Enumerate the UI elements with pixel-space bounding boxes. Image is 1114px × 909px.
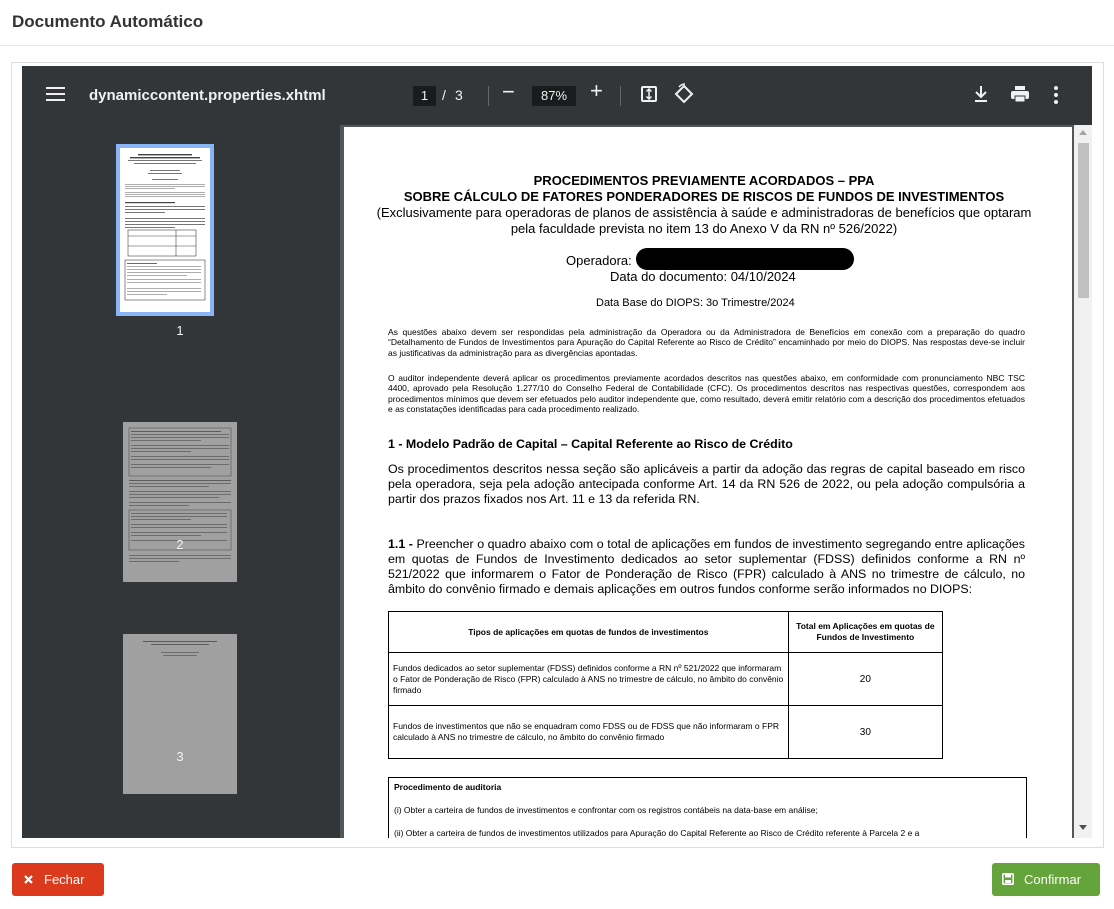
download-icon[interactable] bbox=[972, 84, 990, 104]
table-header-type: Tipos de aplicações em quotas de fundos … bbox=[388, 611, 789, 653]
zoom-out-icon[interactable]: − bbox=[502, 79, 515, 105]
procedure-item-ii: (ii) Obter a carteira de fundos de inves… bbox=[394, 828, 920, 838]
section-1-title: 1 - Modelo Padrão de Capital – Capital R… bbox=[388, 437, 793, 451]
data-base: Data Base do DIOPS: 3o Trimestre/2024 bbox=[596, 297, 795, 309]
investment-table: Tipos de aplicações em quotas de fundos … bbox=[388, 611, 944, 759]
thumbnail-page-2[interactable] bbox=[123, 422, 237, 582]
item-1-1-text: Preencher o quadro abaixo com o total de… bbox=[388, 537, 1025, 596]
table-cell-value: 20 bbox=[787, 652, 944, 706]
close-icon bbox=[24, 875, 33, 884]
table-row: Fundos dedicados ao setor suplementar (F… bbox=[388, 652, 944, 706]
scroll-down-arrow[interactable] bbox=[1079, 825, 1087, 830]
table-cell-desc: Fundos de investimentos que não se enqua… bbox=[388, 705, 789, 759]
thumbnail-sidebar: 1 2 3 bbox=[22, 125, 340, 838]
operadora-label: Operadora: bbox=[566, 253, 632, 268]
item-1-1: 1.1 - Preencher o quadro abaixo com o to… bbox=[388, 537, 1025, 597]
document-scrollbar[interactable] bbox=[1074, 125, 1092, 838]
pdf-toolbar: dynamiccontent.properties.xhtml 1 / 3 − … bbox=[22, 66, 1092, 125]
table-cell-desc: Fundos dedicados ao setor suplementar (F… bbox=[388, 652, 789, 706]
procedure-title: Procedimento de auditoria bbox=[394, 782, 502, 792]
scroll-up-arrow[interactable] bbox=[1079, 130, 1087, 135]
print-icon[interactable] bbox=[1010, 85, 1030, 103]
doc-subtitle: (Exclusivamente para operadoras de plano… bbox=[376, 205, 1032, 236]
menu-icon[interactable] bbox=[46, 87, 65, 101]
file-name: dynamiccontent.properties.xhtml bbox=[89, 87, 326, 104]
toolbar-divider bbox=[488, 86, 489, 106]
page-total: 3 bbox=[455, 87, 463, 103]
rotate-icon[interactable] bbox=[673, 83, 695, 105]
table-row: Fundos de investimentos que não se enqua… bbox=[388, 705, 944, 759]
page-title: Documento Automático bbox=[12, 12, 204, 31]
confirm-button[interactable]: Confirmar bbox=[992, 863, 1100, 896]
intro-paragraph: As questões abaixo devem ser respondidas… bbox=[388, 327, 1025, 358]
section-1-text: Os procedimentos descritos nessa seção s… bbox=[388, 462, 1025, 506]
scroll-thumb[interactable] bbox=[1078, 143, 1089, 298]
thumbnail-page-1[interactable] bbox=[116, 144, 214, 316]
thumbnail-label: 2 bbox=[176, 537, 184, 552]
confirm-button-label: Confirmar bbox=[1024, 872, 1082, 887]
thumbnail-label: 3 bbox=[176, 749, 184, 764]
save-icon bbox=[1002, 873, 1014, 885]
table-header-total: Total em Aplicações em quotas de Fundos … bbox=[787, 611, 944, 653]
thumbnail-page-3[interactable] bbox=[123, 634, 237, 794]
zoom-in-icon[interactable]: + bbox=[590, 78, 603, 104]
toolbar-divider bbox=[620, 86, 621, 106]
thumbnail-1-preview bbox=[124, 154, 206, 301]
data-documento: Data do documento: 04/10/2024 bbox=[610, 269, 796, 284]
title-divider bbox=[0, 45, 1114, 46]
close-button[interactable]: Fechar bbox=[12, 863, 104, 896]
pdf-viewer: dynamiccontent.properties.xhtml 1 / 3 − … bbox=[22, 66, 1092, 838]
document-page: PROCEDIMENTOS PREVIAMENTE ACORDADOS – PP… bbox=[344, 127, 1072, 838]
document-area: PROCEDIMENTOS PREVIAMENTE ACORDADOS – PP… bbox=[340, 125, 1092, 838]
audit-procedure-box: Procedimento de auditoria (i) Obter a ca… bbox=[388, 777, 1027, 838]
item-1-1-number: 1.1 - bbox=[388, 537, 413, 551]
thumbnail-3-preview bbox=[143, 641, 217, 656]
auditor-paragraph: O auditor independente deverá aplicar os… bbox=[388, 373, 1025, 415]
doc-title-line1: PROCEDIMENTOS PREVIAMENTE ACORDADOS – PP… bbox=[533, 173, 875, 188]
more-options-icon[interactable] bbox=[1054, 86, 1058, 104]
zoom-input[interactable]: 87% bbox=[532, 86, 576, 106]
page-number-input[interactable]: 1 bbox=[413, 86, 436, 106]
close-button-label: Fechar bbox=[44, 872, 85, 887]
table-header-row: Tipos de aplicações em quotas de fundos … bbox=[388, 611, 944, 653]
fit-page-icon[interactable] bbox=[641, 86, 657, 102]
redacted-operadora bbox=[636, 248, 854, 270]
thumbnail-2-preview bbox=[128, 427, 232, 562]
procedure-item-i: (i) Obter a carteira de fundos de invest… bbox=[394, 805, 818, 815]
table-cell-value: 30 bbox=[787, 705, 944, 759]
doc-title-line2: SOBRE CÁLCULO DE FATORES PONDERADORES DE… bbox=[403, 189, 1005, 204]
page-separator: / bbox=[442, 87, 446, 103]
thumbnail-label: 1 bbox=[176, 323, 184, 338]
